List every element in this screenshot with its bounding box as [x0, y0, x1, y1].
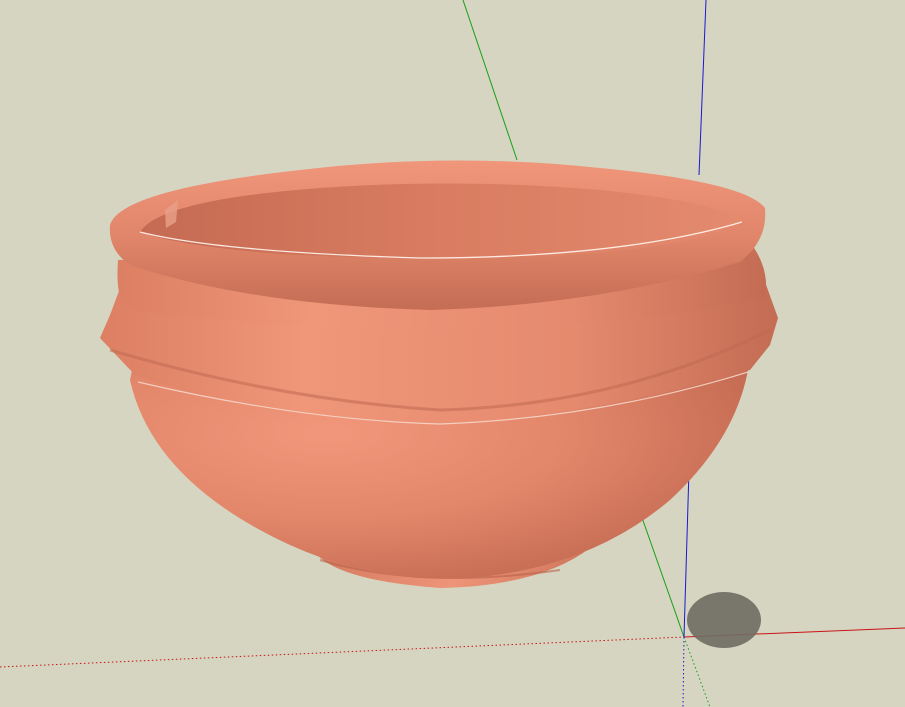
- 3d-viewport[interactable]: [0, 0, 905, 707]
- 3d-scene[interactable]: [0, 0, 905, 707]
- cast-shadow: [687, 592, 761, 648]
